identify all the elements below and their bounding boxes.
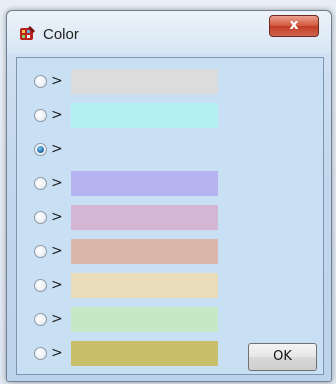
- chevron-right-icon: >: [51, 107, 63, 123]
- color-swatch[interactable]: [71, 341, 218, 366]
- color-option-radio[interactable]: [34, 279, 47, 292]
- color-option-row[interactable]: >: [17, 238, 227, 266]
- window-title: Color: [43, 26, 79, 43]
- chevron-right-icon: >: [51, 311, 63, 327]
- color-options-panel: > > > > > > > > > OK: [16, 57, 324, 375]
- color-option-row[interactable]: >: [17, 68, 227, 96]
- color-option-row[interactable]: >: [17, 272, 227, 300]
- chevron-right-icon: >: [51, 141, 63, 157]
- color-option-row[interactable]: >: [17, 170, 227, 198]
- color-option-radio[interactable]: [34, 245, 47, 258]
- color-option-radio[interactable]: [34, 109, 47, 122]
- color-option-radio[interactable]: [34, 313, 47, 326]
- color-option-radio[interactable]: [34, 177, 47, 190]
- color-option-radio[interactable]: [34, 143, 47, 156]
- chevron-right-icon: >: [51, 175, 63, 191]
- close-icon: x: [289, 17, 299, 33]
- color-swatch[interactable]: [71, 307, 218, 332]
- chevron-right-icon: >: [51, 209, 63, 225]
- title-bar[interactable]: Color x: [7, 11, 331, 53]
- chevron-right-icon: >: [51, 277, 63, 293]
- color-swatch[interactable]: [71, 137, 218, 162]
- color-swatch[interactable]: [71, 239, 218, 264]
- color-swatch[interactable]: [71, 273, 218, 298]
- color-option-row[interactable]: >: [17, 102, 227, 130]
- color-option-radio[interactable]: [34, 211, 47, 224]
- color-option-row[interactable]: >: [17, 306, 227, 334]
- color-option-radio[interactable]: [34, 347, 47, 360]
- color-option-row[interactable]: >: [17, 340, 227, 368]
- ok-button-label: OK: [273, 349, 292, 364]
- color-option-row[interactable]: >: [17, 136, 227, 164]
- close-button[interactable]: x: [269, 15, 319, 37]
- chevron-right-icon: >: [51, 243, 63, 259]
- color-swatch[interactable]: [71, 69, 218, 94]
- color-swatch[interactable]: [71, 103, 218, 128]
- chevron-right-icon: >: [51, 345, 63, 361]
- ok-button[interactable]: OK: [248, 343, 317, 371]
- paint-palette-icon: [20, 26, 35, 40]
- chevron-right-icon: >: [51, 73, 63, 89]
- color-dialog: Color x > > > > > > > > > OK: [6, 10, 332, 382]
- color-swatch[interactable]: [71, 171, 218, 196]
- color-swatch[interactable]: [71, 205, 218, 230]
- color-option-row[interactable]: >: [17, 204, 227, 232]
- color-option-radio[interactable]: [34, 75, 47, 88]
